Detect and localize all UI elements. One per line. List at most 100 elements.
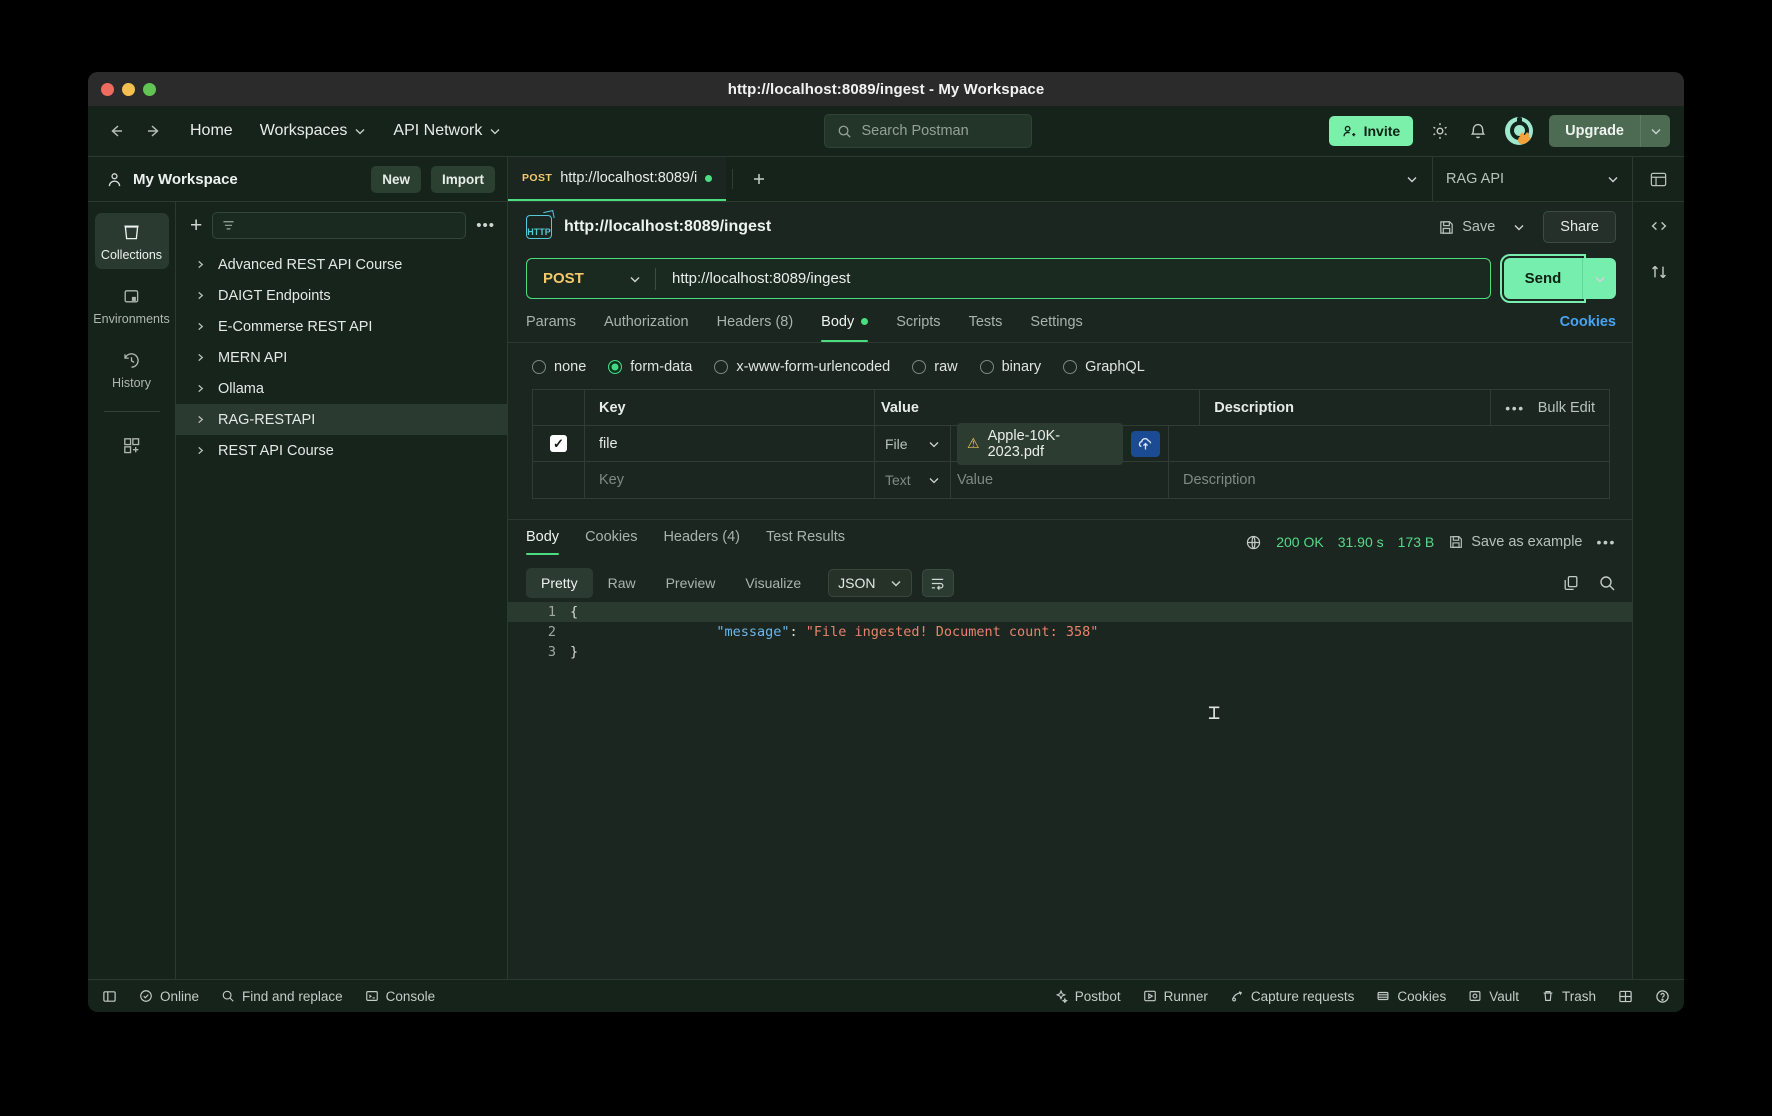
list-item[interactable]: DAIGT Endpoints — [176, 280, 507, 311]
request-tab[interactable]: POST http://localhost:8089/i — [508, 157, 727, 201]
chevron-right-icon[interactable] — [196, 322, 205, 331]
language-selector[interactable]: JSON — [828, 569, 912, 597]
chevron-right-icon[interactable] — [196, 415, 205, 424]
table-more-icon[interactable]: ••• — [1505, 400, 1525, 416]
environment-quick-look-button[interactable] — [1632, 157, 1684, 201]
list-item-selected[interactable]: RAG-RESTAPI — [176, 404, 507, 435]
upgrade-dropdown-button[interactable] — [1640, 115, 1670, 147]
send-options-button[interactable] — [1582, 258, 1616, 299]
response-body-code[interactable]: 1 { 2 "message": "File ingested! Documen… — [508, 602, 1632, 979]
url-input[interactable]: http://localhost:8089/ingest — [656, 270, 1490, 287]
row-type[interactable]: File — [885, 436, 908, 452]
avatar[interactable] — [1505, 117, 1534, 145]
sync-icon[interactable] — [1649, 262, 1669, 282]
list-item[interactable]: E-Commerse REST API — [176, 311, 507, 342]
tab-body[interactable]: Body — [821, 314, 869, 342]
find-and-replace-button[interactable]: Find and replace — [221, 989, 343, 1004]
tabs-overflow-button[interactable] — [1392, 157, 1432, 201]
list-item[interactable]: Ollama — [176, 373, 507, 404]
new-row-value-input[interactable]: Value — [957, 472, 993, 488]
save-as-example-button[interactable]: Save as example — [1448, 534, 1582, 550]
viewer-tab-pretty[interactable]: Pretty — [526, 568, 593, 598]
vault-button[interactable]: Vault — [1468, 989, 1519, 1004]
response-tab-headers[interactable]: Headers (4) — [663, 529, 740, 555]
layout-grid-icon[interactable] — [1618, 989, 1633, 1004]
selected-file-chip[interactable]: ⚠ Apple-10K-2023.pdf — [957, 422, 1123, 465]
sidebar-more-icon[interactable]: ••• — [476, 217, 495, 234]
nav-workspaces[interactable]: Workspaces — [260, 122, 367, 140]
radio-graphql[interactable]: GraphQL — [1063, 359, 1145, 375]
sidebar-item-environments[interactable]: Environments — [93, 277, 170, 333]
upgrade-button[interactable]: Upgrade — [1549, 115, 1640, 147]
cookies-link[interactable]: Cookies — [1560, 314, 1616, 342]
send-button[interactable]: Send — [1500, 254, 1586, 303]
radio-raw[interactable]: raw — [912, 359, 958, 375]
response-tab-test-results[interactable]: Test Results — [766, 529, 845, 555]
new-button[interactable]: New — [371, 165, 421, 193]
code-icon[interactable] — [1649, 216, 1669, 236]
tab-params[interactable]: Params — [526, 314, 576, 342]
postbot-button[interactable]: Postbot — [1054, 989, 1121, 1004]
viewer-tab-preview[interactable]: Preview — [651, 568, 731, 598]
tab-scripts[interactable]: Scripts — [896, 314, 940, 342]
list-item[interactable]: REST API Course — [176, 435, 507, 466]
status-online[interactable]: Online — [139, 989, 199, 1004]
cookies-button[interactable]: Cookies — [1376, 989, 1446, 1004]
upload-cloud-icon[interactable] — [1130, 430, 1160, 457]
help-circle-icon[interactable] — [1655, 989, 1670, 1004]
list-item[interactable]: Advanced REST API Course — [176, 249, 507, 280]
new-row-type[interactable]: Text — [885, 472, 911, 488]
tab-headers[interactable]: Headers (8) — [717, 314, 794, 342]
console-button[interactable]: Console — [365, 989, 435, 1004]
row-key[interactable]: file — [599, 436, 618, 452]
response-tab-cookies[interactable]: Cookies — [585, 529, 637, 555]
chevron-right-icon[interactable] — [196, 291, 205, 300]
copy-icon[interactable] — [1562, 574, 1580, 592]
new-row-description-input[interactable]: Description — [1183, 472, 1256, 488]
new-tab-button[interactable] — [739, 157, 779, 201]
import-button[interactable]: Import — [431, 165, 495, 193]
tab-authorization[interactable]: Authorization — [604, 314, 689, 342]
filter-input[interactable] — [212, 212, 467, 239]
radio-binary[interactable]: binary — [979, 359, 1041, 375]
back-icon[interactable] — [106, 121, 126, 141]
runner-button[interactable]: Runner — [1143, 989, 1208, 1004]
list-item[interactable]: MERN API — [176, 342, 507, 373]
tab-settings[interactable]: Settings — [1030, 314, 1082, 342]
radio-none[interactable]: none — [532, 359, 586, 375]
forward-icon[interactable] — [144, 121, 164, 141]
new-row-key-input[interactable]: Key — [599, 472, 624, 488]
search-input[interactable]: Search Postman — [824, 114, 1033, 148]
bell-icon[interactable] — [1467, 120, 1489, 142]
radio-urlencoded[interactable]: x-www-form-urlencoded — [714, 359, 890, 375]
environment-selector[interactable]: RAG API — [1432, 157, 1632, 201]
capture-requests-button[interactable]: Capture requests — [1230, 989, 1354, 1004]
viewer-tab-raw[interactable]: Raw — [593, 568, 651, 598]
response-more-icon[interactable]: ••• — [1596, 534, 1616, 550]
trash-button[interactable]: Trash — [1541, 989, 1596, 1004]
viewer-tab-visualize[interactable]: Visualize — [730, 568, 816, 598]
save-dropdown-button[interactable] — [1507, 221, 1531, 233]
toggle-sidebar-button[interactable] — [102, 989, 117, 1004]
sidebar-item-history[interactable]: History — [95, 341, 169, 397]
chevron-right-icon[interactable] — [196, 353, 205, 362]
chevron-right-icon[interactable] — [196, 384, 205, 393]
response-tab-body[interactable]: Body — [526, 529, 560, 555]
nav-home[interactable]: Home — [190, 122, 233, 140]
save-button[interactable]: Save — [1438, 219, 1495, 236]
method-selector[interactable]: POST — [527, 270, 655, 287]
chevron-right-icon[interactable] — [196, 260, 205, 269]
search-icon[interactable] — [1598, 574, 1616, 592]
tab-tests[interactable]: Tests — [969, 314, 1003, 342]
chevron-right-icon[interactable] — [196, 446, 205, 455]
gear-icon[interactable] — [1429, 120, 1451, 142]
radio-form-data[interactable]: form-data — [608, 359, 692, 375]
share-button[interactable]: Share — [1543, 211, 1616, 243]
url-bar[interactable]: POST http://localhost:8089/ingest — [526, 258, 1491, 299]
invite-button[interactable]: Invite — [1328, 116, 1414, 146]
add-modules-button[interactable] — [95, 426, 169, 463]
row-checkbox[interactable]: ✓ — [550, 435, 567, 452]
sidebar-item-collections[interactable]: Collections — [94, 213, 169, 269]
create-new-button[interactable]: + — [190, 215, 202, 236]
bulk-edit-button[interactable]: Bulk Edit — [1538, 400, 1595, 416]
